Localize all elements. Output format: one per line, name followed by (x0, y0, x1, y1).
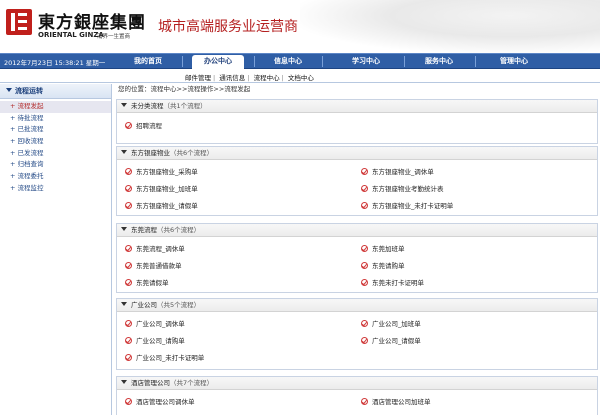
bullet-icon: + (10, 137, 16, 146)
flow-item[interactable]: 酒店管理公司调休单 (125, 397, 195, 407)
slogan: 城市高端服务业运营商 (158, 19, 298, 35)
collapse-icon (121, 227, 127, 231)
check-circle-icon (125, 320, 132, 327)
check-circle-icon (125, 262, 132, 269)
check-circle-icon (125, 185, 132, 192)
sidebar-item-initiate[interactable]: + 流程发起 (0, 101, 111, 113)
check-circle-icon (125, 245, 132, 252)
bullet-icon: + (10, 113, 16, 122)
flow-item[interactable]: 广业公司_调休单 (125, 319, 185, 329)
nav-item-admin[interactable]: 管理中心 (488, 54, 540, 69)
check-circle-icon (125, 354, 132, 361)
main-content: 您的位置：流程中心>>流程操作>>流程发起 未分类流程（共1个流程） 招聘流程 … (116, 84, 598, 415)
bullet-icon: + (10, 160, 16, 169)
flow-section: 广业公司（共5个流程） 广业公司_调休单 广业公司_加班单 广业公司_请购单 广… (116, 298, 598, 370)
flow-section: 酒店管理公司（共7个流程） 酒店管理公司调休单 酒店管理公司加班单 (116, 376, 598, 415)
check-circle-icon (125, 398, 132, 405)
sidebar-item-delegate[interactable]: + 流程委托 (0, 171, 111, 183)
subnav-mail[interactable]: 邮件管理 (185, 74, 211, 82)
check-circle-icon (125, 122, 132, 129)
flow-item[interactable]: 东方银座物业_调休单 (361, 167, 434, 177)
subnav-workflow[interactable]: 流程中心 (254, 74, 280, 82)
check-circle-icon (361, 202, 368, 209)
sidebar-item-approved[interactable]: + 已批流程 (0, 124, 111, 136)
bullet-icon: + (10, 102, 16, 110)
sidebar: 流程运转 + 流程发起 + 待批流程 + 已批流程 + 回收流程 + 已发流程 + 归档查询… (0, 84, 112, 415)
check-circle-icon (361, 245, 368, 252)
breadcrumb: 您的位置：流程中心>>流程操作>>流程发起 (118, 85, 251, 93)
check-circle-icon (361, 398, 368, 405)
logo-icon (6, 9, 32, 35)
main-nav: 2012年7月23日 15:38:21 星期一 我的首页 办公中心 信息中心 学… (0, 53, 600, 69)
flow-item[interactable]: 广业公司_请购单 (125, 336, 185, 346)
flow-item[interactable]: 广业公司_未打卡证明单 (125, 353, 204, 363)
subnav-contacts[interactable]: 通讯信息 (219, 74, 245, 82)
flow-item[interactable]: 东莞加班单 (361, 244, 405, 254)
flow-item[interactable]: 东方银座物业_未打卡证明单 (361, 201, 453, 211)
check-circle-icon (125, 337, 132, 344)
check-circle-icon (361, 185, 368, 192)
sidebar-item-pending[interactable]: + 待批流程 (0, 113, 111, 125)
flow-item[interactable]: 广业公司_请假单 (361, 336, 421, 346)
bullet-icon: + (10, 148, 16, 157)
sidebar-item-sent[interactable]: + 已发流程 (0, 148, 111, 160)
collapse-icon (6, 88, 12, 92)
check-circle-icon (361, 320, 368, 327)
flow-item[interactable]: 东莞流程_调休单 (125, 244, 185, 254)
brand-tagline: 涌界一生置商 (97, 34, 131, 40)
collapse-icon (121, 302, 127, 306)
sidebar-item-recalled[interactable]: + 回收流程 (0, 136, 111, 148)
check-circle-icon (361, 168, 368, 175)
brand-name-en: ORIENTAL GINZA (38, 31, 104, 39)
flow-item[interactable]: 东莞请购单 (361, 261, 405, 271)
nav-item-learning[interactable]: 学习中心 (340, 54, 392, 69)
collapse-icon (121, 380, 127, 384)
flow-item[interactable]: 东莞普通借款单 (125, 261, 182, 271)
flow-item[interactable]: 东方银座物业_采购单 (125, 167, 198, 177)
brand-name-cn: 東方銀座集團 (38, 13, 146, 33)
flow-item[interactable]: 东莞请假单 (125, 278, 169, 288)
bullet-icon: + (10, 172, 16, 181)
check-circle-icon (125, 279, 132, 286)
flow-item[interactable]: 招聘流程 (125, 121, 162, 131)
section-header[interactable]: 东方银座物业（共6个流程） (117, 147, 597, 160)
sub-nav: 邮件管理 | 通讯信息 | 流程中心 | 文档中心 (0, 69, 600, 83)
flow-item[interactable]: 广业公司_加班单 (361, 319, 421, 329)
header: 東方銀座集團 ORIENTAL GINZA 涌界一生置商 城市高端服务业运营商 (0, 0, 600, 53)
collapse-icon (121, 103, 127, 107)
collapse-icon (121, 150, 127, 154)
section-header[interactable]: 广业公司（共5个流程） (117, 299, 597, 312)
nav-item-service[interactable]: 服务中心 (413, 54, 465, 69)
check-circle-icon (125, 202, 132, 209)
section-header[interactable]: 未分类流程（共1个流程） (117, 100, 597, 113)
sidebar-item-archive[interactable]: + 归档查询 (0, 159, 111, 171)
section-header[interactable]: 东莞流程（共6个流程） (117, 224, 597, 237)
bullet-icon: + (10, 183, 16, 192)
datetime: 2012年7月23日 15:38:21 星期一 (4, 59, 106, 67)
subnav-documents[interactable]: 文档中心 (288, 74, 314, 82)
world-map-background (300, 0, 600, 53)
nav-item-home[interactable]: 我的首页 (122, 54, 174, 69)
sidebar-item-monitor[interactable]: + 流程监控 (0, 183, 111, 195)
flow-item[interactable]: 东方银座物业_请假单 (125, 201, 198, 211)
nav-item-office[interactable]: 办公中心 (192, 55, 244, 69)
check-circle-icon (361, 279, 368, 286)
flow-item[interactable]: 酒店管理公司加班单 (361, 397, 431, 407)
check-circle-icon (361, 262, 368, 269)
flow-section: 东莞流程（共6个流程） 东莞流程_调休单 东莞加班单 东莞普通借款单 东莞请购单… (116, 223, 598, 293)
nav-item-info[interactable]: 信息中心 (262, 54, 314, 69)
check-circle-icon (361, 337, 368, 344)
sidebar-header[interactable]: 流程运转 (0, 84, 111, 99)
section-header[interactable]: 酒店管理公司（共7个流程） (117, 377, 597, 390)
bullet-icon: + (10, 125, 16, 134)
flow-item[interactable]: 东莞未打卡证明单 (361, 278, 424, 288)
flow-section: 未分类流程（共1个流程） 招聘流程 (116, 99, 598, 144)
flow-item[interactable]: 东方银座物业考勤统计表 (361, 184, 444, 194)
flow-section: 东方银座物业（共6个流程） 东方银座物业_采购单 东方银座物业_调休单 东方银座… (116, 146, 598, 216)
check-circle-icon (125, 168, 132, 175)
flow-item[interactable]: 东方银座物业_加班单 (125, 184, 198, 194)
